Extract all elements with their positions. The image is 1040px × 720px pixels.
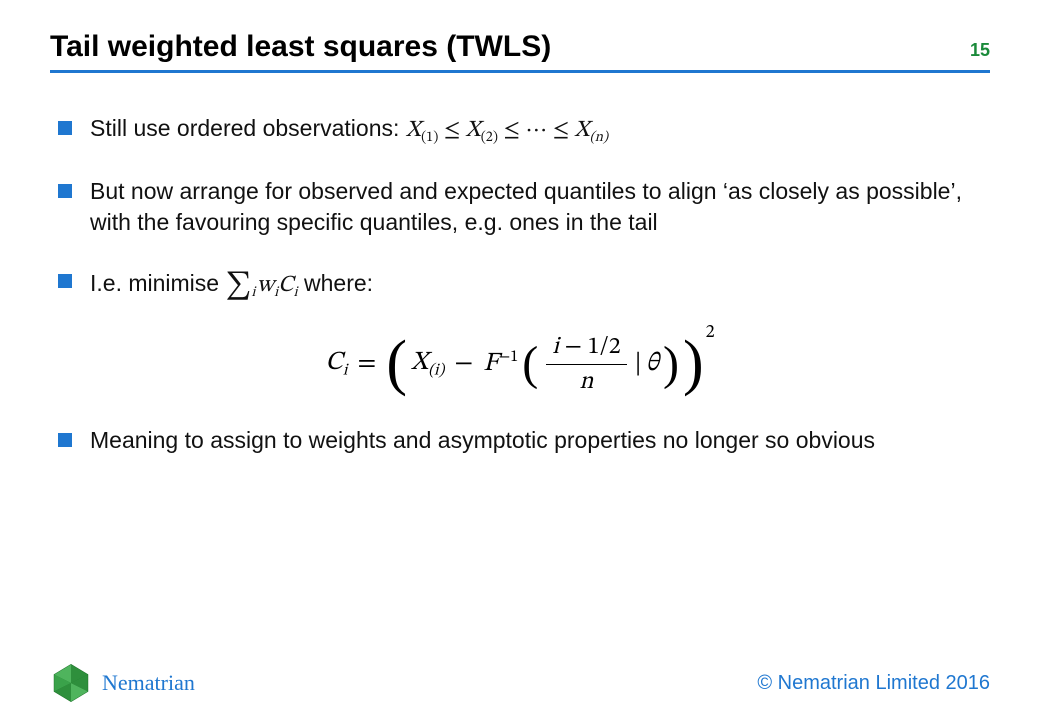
- equation-display: Ci = ( X(i) − F−1 ( i − 1/2 n |θ ) ) 2: [56, 332, 984, 397]
- slide-footer: Nematrian © Nematrian Limited 2016: [0, 662, 1040, 704]
- bullet-list: Still use ordered observations: X(1) ≤ X…: [56, 113, 984, 304]
- slide-body: Still use ordered observations: X(1) ≤ X…: [50, 113, 990, 456]
- bullet-text: Meaning to assign to weights and asympto…: [90, 427, 875, 453]
- bullet-item-2: But now arrange for observed and expecte…: [56, 176, 984, 238]
- brand-name: Nematrian: [102, 670, 195, 696]
- page-number: 15: [970, 40, 990, 61]
- bullet-text: I.e. minimise: [90, 270, 225, 296]
- copyright-text: © Nematrian Limited 2016: [757, 672, 990, 695]
- bullet-text: Still use ordered observations:: [90, 115, 406, 141]
- bullet-item-1: Still use ordered observations: X(1) ≤ X…: [56, 113, 984, 148]
- bullet-text-suffix: where:: [298, 270, 373, 296]
- bullet-item-4: Meaning to assign to weights and asympto…: [56, 425, 984, 456]
- bullet-text: But now arrange for observed and expecte…: [90, 178, 962, 235]
- math-ordered-obs: X(1) ≤ X(2) ≤ ⋯ ≤ X(n): [406, 119, 608, 142]
- bullet-list-2: Meaning to assign to weights and asympto…: [56, 425, 984, 456]
- slide: Tail weighted least squares (TWLS) 15 St…: [0, 0, 1040, 720]
- bullet-item-3: I.e. minimise ∑i wiCi where:: [56, 266, 984, 303]
- slide-title: Tail weighted least squares (TWLS): [50, 30, 551, 64]
- slide-header: Tail weighted least squares (TWLS) 15: [50, 30, 990, 73]
- math-minimise-sum: ∑i wiCi: [225, 274, 297, 297]
- brand-logo-icon: [50, 662, 92, 704]
- brand: Nematrian: [50, 662, 195, 704]
